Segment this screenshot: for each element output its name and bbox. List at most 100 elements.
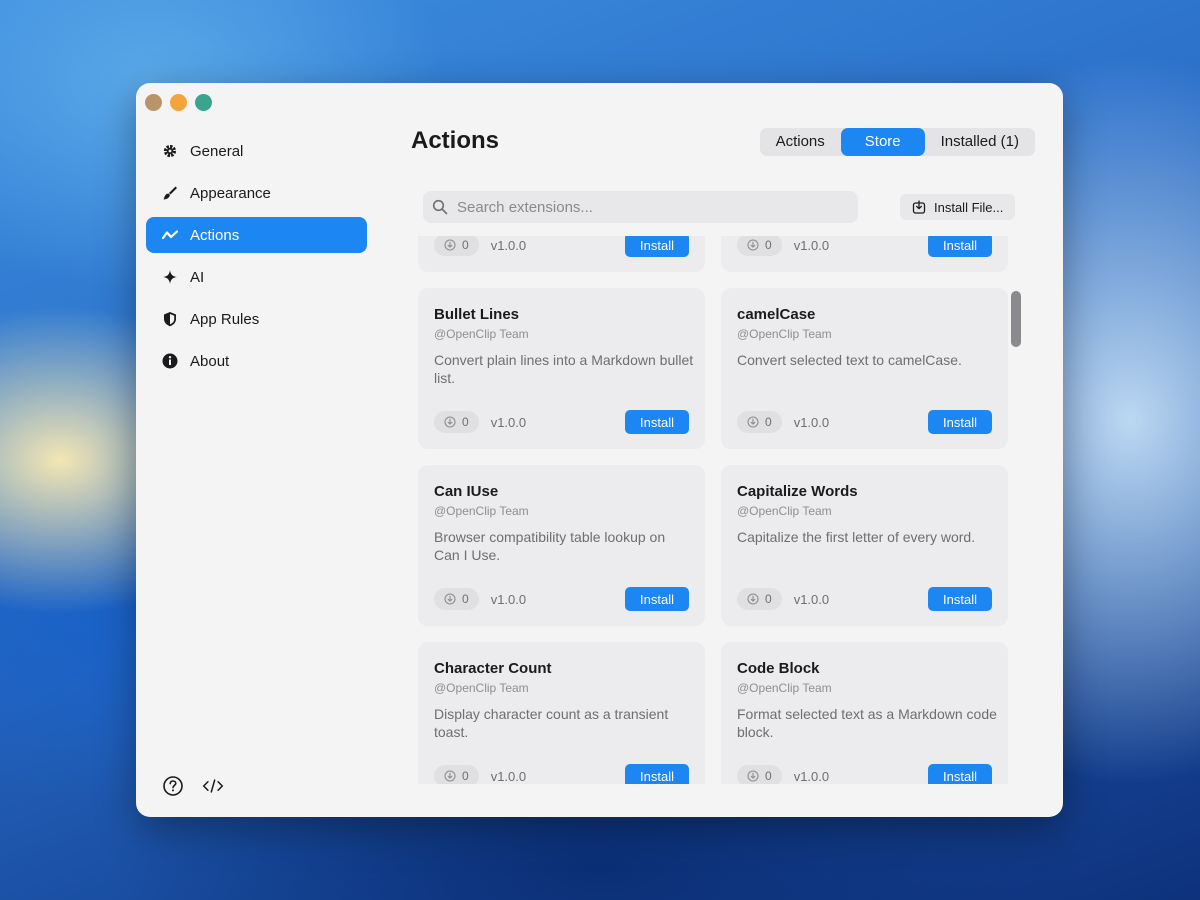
download-icon bbox=[747, 593, 759, 605]
install-button[interactable]: Install bbox=[928, 764, 992, 784]
download-count: 0 bbox=[434, 765, 479, 784]
extension-version: v1.0.0 bbox=[793, 591, 830, 607]
extension-card: 0 v1.0.0 Install bbox=[721, 236, 1008, 272]
extension-card: Character Count @OpenClip Team Display cha… bbox=[418, 642, 705, 784]
wave-icon bbox=[162, 227, 178, 243]
extension-card: Bullet Lines @OpenClip Team Convert plain … bbox=[418, 288, 705, 449]
sidebar-item-general[interactable]: General bbox=[146, 133, 367, 169]
sidebar-item-label: General bbox=[190, 142, 244, 160]
install-button[interactable]: Install bbox=[928, 236, 992, 257]
extension-card: Capitalize Words @OpenClip Team Capitalize… bbox=[721, 465, 1008, 626]
extension-footer: 0 v1.0.0 Install bbox=[434, 236, 689, 257]
sidebar-item-label: Actions bbox=[190, 226, 240, 244]
extension-author: @OpenClip Team bbox=[434, 504, 529, 518]
sidebar-item-ai[interactable]: AI bbox=[146, 259, 367, 295]
gear-icon bbox=[162, 143, 178, 159]
extension-card: Can IUse @OpenClip Team Browser compatibil… bbox=[418, 465, 705, 626]
install-button[interactable]: Install bbox=[625, 764, 689, 784]
sidebar-item-label: About bbox=[190, 352, 230, 370]
view-tabs: Actions Store Installed (1) bbox=[759, 128, 1035, 156]
extension-author: @OpenClip Team bbox=[737, 504, 832, 518]
install-file-label: Install File... bbox=[934, 199, 1004, 215]
extension-title: Code Block bbox=[737, 660, 820, 677]
download-count: 0 bbox=[434, 411, 479, 433]
sidebar: General Appearance Actions AI App Rules … bbox=[136, 83, 381, 817]
code-icon[interactable] bbox=[202, 775, 224, 797]
sidebar-item-appearance[interactable]: Appearance bbox=[146, 175, 367, 211]
sidebar-item-about[interactable]: About bbox=[146, 343, 367, 379]
download-icon bbox=[747, 239, 759, 251]
extension-version: v1.0.0 bbox=[490, 768, 527, 784]
sidebar-item-label: App Rules bbox=[190, 310, 260, 328]
download-count: 0 bbox=[737, 765, 782, 784]
extension-card: Code Block @OpenClip Team Format selected … bbox=[721, 642, 1008, 784]
extension-card: camelCase @OpenClip Team Convert selected … bbox=[721, 288, 1008, 449]
extension-title: camelCase bbox=[737, 306, 816, 323]
extension-author: @OpenClip Team bbox=[434, 327, 529, 341]
install-button[interactable]: Install bbox=[928, 410, 992, 434]
sidebar-item-label: AI bbox=[190, 268, 205, 286]
download-count: 0 bbox=[737, 411, 782, 433]
scrollbar-thumb[interactable] bbox=[1011, 291, 1021, 347]
download-count-value: 0 bbox=[462, 238, 469, 252]
download-icon bbox=[747, 770, 759, 782]
download-icon bbox=[444, 416, 456, 428]
extension-footer: 0 v1.0.0 Install bbox=[737, 587, 992, 611]
tab-installed[interactable]: Installed (1) bbox=[925, 128, 1035, 156]
extension-version: v1.0.0 bbox=[490, 414, 527, 430]
download-count-value: 0 bbox=[765, 769, 772, 783]
extension-version: v1.0.0 bbox=[793, 237, 830, 253]
download-count: 0 bbox=[737, 588, 782, 610]
extension-version: v1.0.0 bbox=[490, 237, 527, 253]
sparkle-icon bbox=[162, 269, 178, 285]
settings-window: General Appearance Actions AI App Rules … bbox=[136, 83, 1063, 817]
brush-icon bbox=[162, 185, 178, 201]
extension-version: v1.0.0 bbox=[793, 414, 830, 430]
extension-title: Bullet Lines bbox=[434, 306, 520, 323]
shield-icon bbox=[162, 311, 178, 327]
search-input[interactable] bbox=[455, 197, 839, 217]
download-count: 0 bbox=[434, 588, 479, 610]
install-button[interactable]: Install bbox=[625, 410, 689, 434]
install-button[interactable]: Install bbox=[928, 587, 992, 611]
download-count: 0 bbox=[434, 236, 479, 256]
download-count-value: 0 bbox=[462, 592, 469, 606]
sidebar-footer bbox=[162, 775, 224, 797]
extension-version: v1.0.0 bbox=[490, 591, 527, 607]
extension-footer: 0 v1.0.0 Install bbox=[434, 587, 689, 611]
tab-actions[interactable]: Actions bbox=[760, 128, 841, 156]
extension-footer: 0 v1.0.0 Install bbox=[737, 236, 992, 257]
extension-description: Browser compatibility table lookup on Ca… bbox=[434, 529, 666, 563]
download-icon bbox=[747, 416, 759, 428]
sidebar-item-app-rules[interactable]: App Rules bbox=[146, 301, 367, 337]
help-icon[interactable] bbox=[162, 775, 184, 797]
extension-description: Format selected text as a Markdown code … bbox=[737, 706, 997, 740]
install-file-button[interactable]: Install File... bbox=[900, 194, 1016, 220]
search-icon bbox=[432, 199, 448, 215]
sidebar-item-actions[interactable]: Actions bbox=[146, 217, 367, 253]
extension-footer: 0 v1.0.0 Install bbox=[737, 764, 992, 784]
main-content: Actions Actions Store Installed (1) Inst… bbox=[396, 83, 1063, 817]
download-count: 0 bbox=[737, 236, 782, 256]
extension-footer: 0 v1.0.0 Install bbox=[737, 410, 992, 434]
tab-store[interactable]: Store bbox=[840, 128, 925, 156]
extension-title: Capitalize Words bbox=[737, 483, 858, 500]
download-count-value: 0 bbox=[765, 415, 772, 429]
import-icon bbox=[912, 200, 926, 214]
extension-description: Capitalize the first letter of every wor… bbox=[737, 529, 976, 545]
download-icon bbox=[444, 239, 456, 251]
extension-description: Convert plain lines into a Markdown bull… bbox=[434, 352, 694, 386]
scrollbar[interactable] bbox=[1008, 236, 1022, 784]
extensions-list[interactable]: 0 v1.0.0 Install 0 v1.0.0 Install Bullet Lines… bbox=[418, 236, 1018, 784]
extension-description: Display character count as a transient t… bbox=[434, 706, 669, 740]
extension-card: 0 v1.0.0 Install bbox=[418, 236, 705, 272]
install-button[interactable]: Install bbox=[625, 236, 689, 257]
install-button[interactable]: Install bbox=[625, 587, 689, 611]
search-field[interactable] bbox=[423, 191, 858, 223]
sidebar-item-label: Appearance bbox=[190, 184, 271, 202]
download-count-value: 0 bbox=[765, 592, 772, 606]
page-title: Actions bbox=[411, 127, 500, 154]
info-icon bbox=[162, 353, 178, 369]
extension-author: @OpenClip Team bbox=[737, 327, 832, 341]
extension-author: @OpenClip Team bbox=[737, 681, 832, 695]
